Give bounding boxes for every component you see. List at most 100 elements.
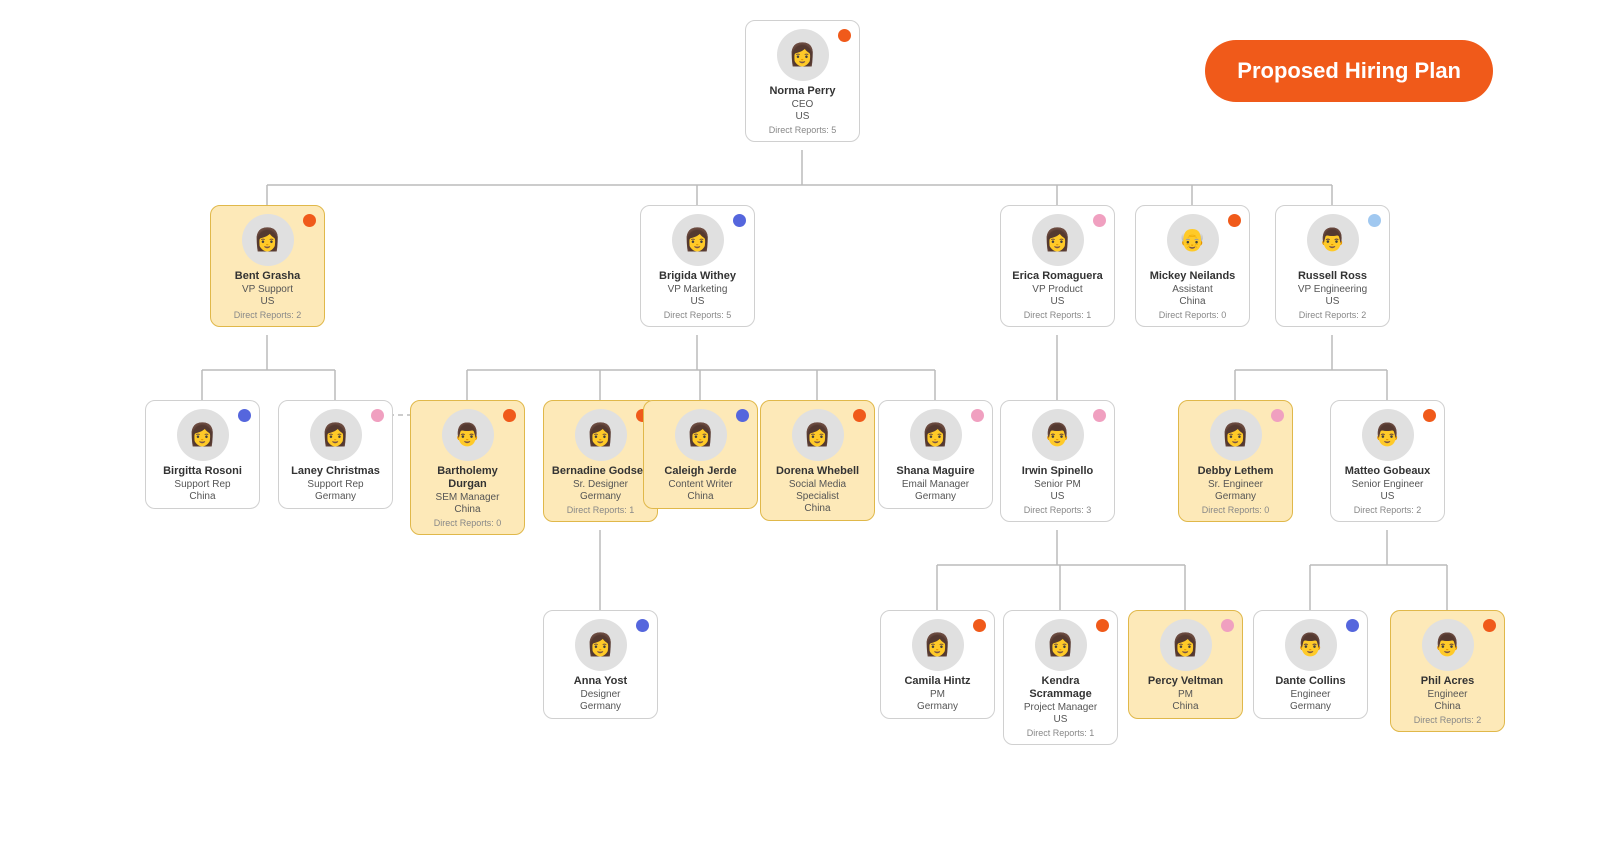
avatar-camila_hintz: 👩 — [912, 619, 964, 671]
card-reports-irwin_spinello: Direct Reports: 3 — [1007, 505, 1108, 515]
card-country-phil_acres: China — [1397, 701, 1498, 712]
card-name-caleigh_jerde: Caleigh Jerde — [650, 465, 751, 478]
status-dot-bent_grasha — [303, 214, 316, 227]
card-country-bernadine_godsell: Germany — [550, 491, 651, 502]
avatar-matteo_gobeaux: 👨 — [1362, 409, 1414, 461]
card-camila-hintz[interactable]: 👩Camila HintzPMGermany — [880, 610, 995, 719]
card-irwin-spinello[interactable]: 👨Irwin SpinelloSenior PMUSDirect Reports… — [1000, 400, 1115, 522]
avatar-dorena_whebell: 👩 — [792, 409, 844, 461]
card-name-dante_collins: Dante Collins — [1260, 675, 1361, 688]
card-dorena-whebell[interactable]: 👩Dorena WhebellSocial Media SpecialistCh… — [760, 400, 875, 521]
card-name-anna_yost: Anna Yost — [550, 675, 651, 688]
card-bent-grasha[interactable]: 👩Bent GrashaVP SupportUSDirect Reports: … — [210, 205, 325, 327]
status-dot-caleigh_jerde — [736, 409, 749, 422]
card-title-anna_yost: Designer — [550, 689, 651, 701]
card-country-percy_veltman: China — [1135, 701, 1236, 712]
card-matteo-gobeaux[interactable]: 👨Matteo GobeauxSenior EngineerUSDirect R… — [1330, 400, 1445, 522]
card-name-matteo_gobeaux: Matteo Gobeaux — [1337, 465, 1438, 478]
org-chart: Proposed Hiring Plan 👩Norma PerryCEOUSDi… — [0, 0, 1613, 844]
avatar-brigida_withey: 👩 — [672, 214, 724, 266]
card-reports-phil_acres: Direct Reports: 2 — [1397, 715, 1498, 725]
avatar-irwin_spinello: 👨 — [1032, 409, 1084, 461]
avatar-bernadine_godsell: 👩 — [575, 409, 627, 461]
card-country-caleigh_jerde: China — [650, 491, 751, 502]
card-name-birgitta_rosoni: Birgitta Rosoni — [152, 465, 253, 478]
card-title-dante_collins: Engineer — [1260, 689, 1361, 701]
card-name-phil_acres: Phil Acres — [1397, 675, 1498, 688]
status-dot-percy_veltman — [1221, 619, 1234, 632]
card-country-brigida_withey: US — [647, 296, 748, 307]
card-name-bartholemy_durgan: Bartholemy Durgan — [417, 465, 518, 491]
card-erica-romaguera[interactable]: 👩Erica RomagueraVP ProductUSDirect Repor… — [1000, 205, 1115, 327]
card-reports-bartholemy_durgan: Direct Reports: 0 — [417, 518, 518, 528]
status-dot-laney_christmas — [371, 409, 384, 422]
card-title-erica_romaguera: VP Product — [1007, 284, 1108, 296]
card-title-laney_christmas: Support Rep — [285, 479, 386, 491]
status-dot-matteo_gobeaux — [1423, 409, 1436, 422]
card-reports-matteo_gobeaux: Direct Reports: 2 — [1337, 505, 1438, 515]
card-debby-lethem[interactable]: 👩Debby LethemSr. EngineerGermanyDirect R… — [1178, 400, 1293, 522]
card-reports-mickey_neilands: Direct Reports: 0 — [1142, 310, 1243, 320]
status-dot-dante_collins — [1346, 619, 1359, 632]
avatar-bartholemy_durgan: 👨 — [442, 409, 494, 461]
card-country-bartholemy_durgan: China — [417, 504, 518, 515]
card-country-kendra_scrammage: US — [1010, 714, 1111, 725]
card-reports-debby_lethem: Direct Reports: 0 — [1185, 505, 1286, 515]
status-dot-russell_ross — [1368, 214, 1381, 227]
card-country-mickey_neilands: China — [1142, 296, 1243, 307]
proposed-hiring-plan-button[interactable]: Proposed Hiring Plan — [1205, 40, 1493, 102]
card-anna-yost[interactable]: 👩Anna YostDesignerGermany — [543, 610, 658, 719]
card-title-norma_perry: CEO — [752, 99, 853, 111]
avatar-norma_perry: 👩 — [777, 29, 829, 81]
card-country-laney_christmas: Germany — [285, 491, 386, 502]
status-dot-shana_maguire — [971, 409, 984, 422]
card-name-norma_perry: Norma Perry — [752, 85, 853, 98]
card-title-phil_acres: Engineer — [1397, 689, 1498, 701]
card-shana-maguire[interactable]: 👩Shana MaguireEmail ManagerGermany — [878, 400, 993, 509]
card-caleigh-jerde[interactable]: 👩Caleigh JerdeContent WriterChina — [643, 400, 758, 509]
card-laney-christmas[interactable]: 👩Laney ChristmasSupport RepGermany — [278, 400, 393, 509]
card-title-shana_maguire: Email Manager — [885, 479, 986, 491]
card-country-irwin_spinello: US — [1007, 491, 1108, 502]
card-mickey-neilands[interactable]: 👴Mickey NeilandsAssistantChinaDirect Rep… — [1135, 205, 1250, 327]
card-name-bent_grasha: Bent Grasha — [217, 270, 318, 283]
status-dot-debby_lethem — [1271, 409, 1284, 422]
card-title-caleigh_jerde: Content Writer — [650, 479, 751, 491]
avatar-dante_collins: 👨 — [1285, 619, 1337, 671]
card-country-birgitta_rosoni: China — [152, 491, 253, 502]
card-reports-russell_ross: Direct Reports: 2 — [1282, 310, 1383, 320]
avatar-phil_acres: 👨 — [1422, 619, 1474, 671]
card-name-brigida_withey: Brigida Withey — [647, 270, 748, 283]
card-percy-veltman[interactable]: 👩Percy VeltmanPMChina — [1128, 610, 1243, 719]
card-bartholemy-durgan[interactable]: 👨Bartholemy DurganSEM ManagerChinaDirect… — [410, 400, 525, 535]
card-dante-collins[interactable]: 👨 Dante CollinsEngineerGermany — [1253, 610, 1368, 719]
card-brigida-withey[interactable]: 👩Brigida WitheyVP MarketingUSDirect Repo… — [640, 205, 755, 327]
card-country-camila_hintz: Germany — [887, 701, 988, 712]
card-norma-perry[interactable]: 👩 Norma PerryCEOUS Direct Reports: 5 — [745, 20, 860, 142]
card-name-mickey_neilands: Mickey Neilands — [1142, 270, 1243, 283]
avatar-erica_romaguera: 👩 — [1032, 214, 1084, 266]
avatar-percy_veltman: 👩 — [1160, 619, 1212, 671]
card-title-bent_grasha: VP Support — [217, 284, 318, 296]
card-name-percy_veltman: Percy Veltman — [1135, 675, 1236, 688]
card-birgitta-rosoni[interactable]: 👩Birgitta RosoniSupport RepChina — [145, 400, 260, 509]
card-name-bernadine_godsell: Bernadine Godsell — [550, 465, 651, 478]
status-dot-anna_yost — [636, 619, 649, 632]
card-phil-acres[interactable]: 👨 Phil AcresEngineerChina Direct Reports: … — [1390, 610, 1505, 732]
avatar-laney_christmas: 👩 — [310, 409, 362, 461]
card-title-kendra_scrammage: Project Manager — [1010, 702, 1111, 714]
status-dot-phil_acres — [1483, 619, 1496, 632]
avatar-debby_lethem: 👩 — [1210, 409, 1262, 461]
card-name-shana_maguire: Shana Maguire — [885, 465, 986, 478]
card-name-dorena_whebell: Dorena Whebell — [767, 465, 868, 478]
card-country-dante_collins: Germany — [1260, 701, 1361, 712]
card-title-russell_ross: VP Engineering — [1282, 284, 1383, 296]
card-bernadine-godsell[interactable]: 👩Bernadine GodsellSr. DesignerGermanyDir… — [543, 400, 658, 522]
card-reports-norma_perry: Direct Reports: 5 — [752, 125, 853, 135]
card-country-norma_perry: US — [752, 111, 853, 122]
card-kendra-scrammage[interactable]: 👩Kendra ScrammageProject ManagerUSDirect… — [1003, 610, 1118, 745]
card-russell-ross[interactable]: 👨Russell RossVP EngineeringUSDirect Repo… — [1275, 205, 1390, 327]
card-title-irwin_spinello: Senior PM — [1007, 479, 1108, 491]
avatar-bent_grasha: 👩 — [242, 214, 294, 266]
card-name-russell_ross: Russell Ross — [1282, 270, 1383, 283]
